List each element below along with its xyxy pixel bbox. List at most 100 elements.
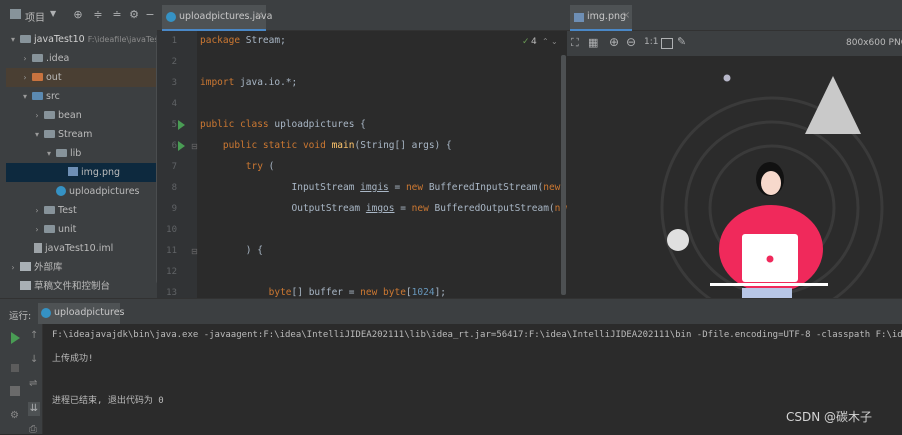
illustration-image xyxy=(660,74,884,298)
tree-item-lib[interactable]: ▾ lib xyxy=(44,144,81,163)
tree-item-iml[interactable]: javaTest10.iml xyxy=(32,239,113,258)
chevron-down-icon[interactable]: ⌄ xyxy=(551,37,558,46)
code-line: package Stream; xyxy=(200,35,286,46)
tree-item-label: Stream xyxy=(58,129,93,140)
folder-icon xyxy=(44,205,55,214)
fold-icon[interactable]: ⊟ xyxy=(191,142,198,151)
image-canvas xyxy=(567,56,902,298)
arrow-down-icon[interactable]: ↓ xyxy=(30,354,38,365)
chevron-right-icon[interactable]: › xyxy=(32,106,42,125)
arrow-up-icon[interactable]: ↑ xyxy=(30,330,38,341)
tree-item-unit[interactable]: › unit xyxy=(32,220,76,239)
tab-label: img.png xyxy=(587,11,627,22)
inspection-check-icon[interactable]: ✓ xyxy=(522,37,530,47)
line-number: 12 xyxy=(166,267,177,277)
chevron-down-icon[interactable]: ▾ xyxy=(20,87,30,106)
java-class-icon xyxy=(166,12,176,22)
run-panel-header: 运行: xyxy=(0,298,902,325)
background-icon[interactable] xyxy=(661,38,673,49)
tab-img-png[interactable]: img.png × xyxy=(570,5,632,32)
scroll-to-end-icon[interactable]: ⇊ xyxy=(28,402,40,416)
folder-icon xyxy=(32,72,43,81)
tree-item-out[interactable]: › out xyxy=(6,68,157,87)
chevron-right-icon[interactable]: › xyxy=(8,258,18,277)
tree-item-label: 外部库 xyxy=(34,262,63,273)
chevron-up-icon[interactable]: ⌃ xyxy=(542,37,549,46)
close-icon[interactable]: × xyxy=(622,10,630,21)
tree-item-uploadpictures[interactable]: uploadpictures xyxy=(54,182,140,201)
rerun-icon[interactable] xyxy=(11,332,20,344)
line-number: 13 xyxy=(166,288,177,298)
locate-icon[interactable]: ⊕ xyxy=(72,9,84,21)
soft-wrap-icon[interactable]: ⇌ xyxy=(29,378,37,389)
code-line: ) { xyxy=(200,245,263,256)
java-class-icon xyxy=(41,308,51,318)
chevron-down-icon[interactable]: ▼ xyxy=(50,9,56,18)
code-line: byte[] buffer = new byte[1024]; xyxy=(268,287,447,298)
console-line: 进程已结束, 退出代码为 0 xyxy=(52,396,164,406)
actual-size-button[interactable]: 1:1 xyxy=(644,37,658,47)
color-picker-icon[interactable]: ✎ xyxy=(677,35,686,48)
collapse-all-icon[interactable]: ≐ xyxy=(111,9,123,21)
tree-item-label: unit xyxy=(58,224,77,235)
line-number: 5 xyxy=(171,120,177,130)
zoom-out-icon[interactable]: ⊖ xyxy=(626,35,636,49)
console-line: F:\ideajavajdk\bin\java.exe -javaagent:F… xyxy=(52,330,902,340)
tree-item-scratches[interactable]: 草稿文件和控制台 xyxy=(18,277,110,296)
chevron-down-icon[interactable]: ▾ xyxy=(44,144,54,163)
stop-icon[interactable] xyxy=(11,364,19,372)
tree-item-img-png[interactable]: img.png xyxy=(6,163,157,182)
watermark: CSDN @碳木子 xyxy=(786,410,873,424)
tree-item-label: .idea xyxy=(46,53,70,64)
image-file-icon xyxy=(68,167,78,176)
tree-item-label: uploadpictures xyxy=(69,186,140,197)
zoom-in-icon[interactable]: ⊕ xyxy=(609,35,619,49)
tree-item-src[interactable]: ▾ src xyxy=(20,87,60,106)
code-line: OutputStream imgos = new BufferedOutputS… xyxy=(200,203,607,214)
line-number: 11 xyxy=(166,246,177,256)
line-number: 10 xyxy=(166,225,177,235)
close-icon[interactable]: × xyxy=(255,10,263,21)
inspection-count[interactable]: 4 xyxy=(531,37,537,47)
tree-item-stream[interactable]: ▾ Stream xyxy=(32,125,92,144)
console-output[interactable] xyxy=(43,324,902,434)
run-gutter-icon[interactable] xyxy=(178,120,185,130)
project-title[interactable]: 项目 xyxy=(25,9,45,24)
image-info: 800x600 PNG ( xyxy=(846,38,902,48)
expand-all-icon[interactable]: ≑ xyxy=(92,9,104,21)
editor-scrollbar[interactable] xyxy=(561,55,566,295)
code-line: public static void main(String[] args) { xyxy=(222,140,452,151)
tree-item-label: img.png xyxy=(81,167,121,178)
tree-item-external-libs[interactable]: › 外部库 xyxy=(8,258,63,277)
tree-item-label: bean xyxy=(58,110,82,121)
settings-icon[interactable]: ⚙ xyxy=(10,410,19,421)
chevron-right-icon[interactable]: › xyxy=(32,201,42,220)
tab-uploadpictures-java[interactable]: uploadpictures.java × xyxy=(162,5,272,32)
run-gutter-icon[interactable] xyxy=(178,141,185,151)
print-icon[interactable]: ⎙ xyxy=(29,424,37,435)
gear-icon[interactable]: ⚙ xyxy=(128,9,140,21)
grid-icon[interactable]: ▦ xyxy=(588,36,598,49)
chevron-down-icon[interactable]: ▾ xyxy=(32,125,42,144)
chevron-down-icon[interactable]: ▾ xyxy=(8,30,18,49)
tree-item-label: javaTest10 xyxy=(34,34,85,45)
tree-item-bean[interactable]: › bean xyxy=(32,106,82,125)
chevron-right-icon[interactable]: › xyxy=(20,68,30,87)
chevron-right-icon[interactable]: › xyxy=(32,220,42,239)
tree-item-test[interactable]: › Test xyxy=(32,201,76,220)
fit-icon[interactable]: ⛶ xyxy=(571,36,579,50)
tree-item-javatest10[interactable]: ▾ javaTest10 F:\ideafile\javaTest10 xyxy=(8,30,157,49)
folder-icon xyxy=(44,224,55,233)
code-line: try ( xyxy=(245,161,275,172)
minimize-icon[interactable]: − xyxy=(144,9,156,21)
tree-item-label: 草稿文件和控制台 xyxy=(34,281,111,292)
tree-item-idea[interactable]: › .idea xyxy=(20,49,69,68)
folder-icon xyxy=(56,148,67,157)
fold-icon[interactable]: ⊟ xyxy=(191,247,198,256)
chevron-right-icon[interactable]: › xyxy=(20,49,30,68)
line-number: 8 xyxy=(171,183,177,193)
camera-icon[interactable] xyxy=(10,386,20,396)
library-icon xyxy=(20,262,31,271)
project-icon xyxy=(10,9,21,19)
folder-icon xyxy=(20,34,31,43)
